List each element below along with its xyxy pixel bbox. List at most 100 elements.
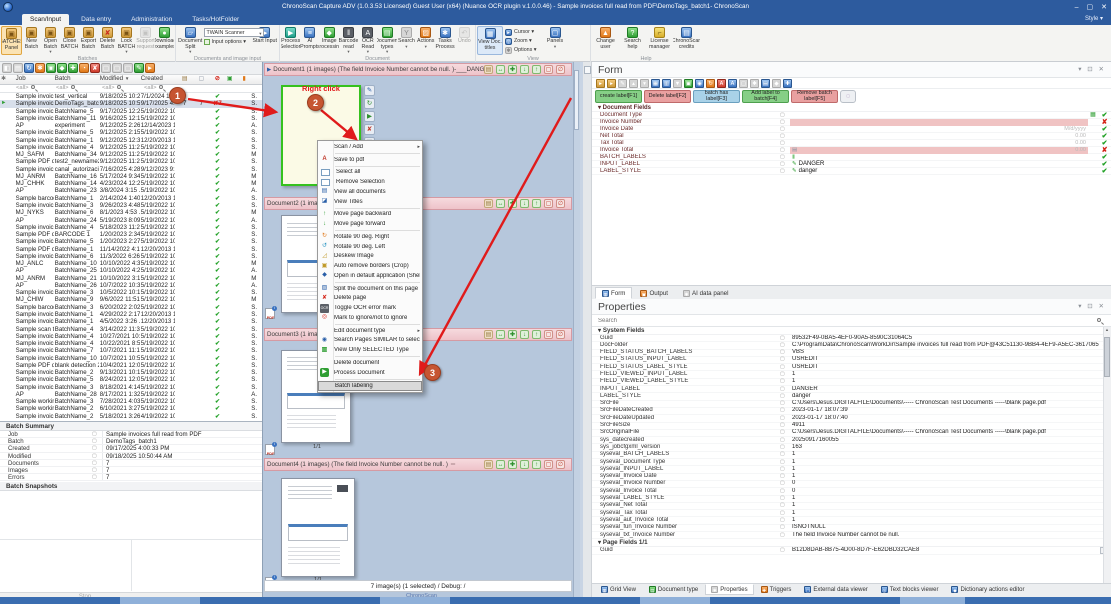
menu-item[interactable]: ▧ Split the document on this page xyxy=(318,284,422,294)
document-action-icon[interactable]: ✚ xyxy=(508,330,517,339)
panels-button[interactable]: ▢ Panels ▾ xyxy=(543,26,567,55)
table-row[interactable]: Sample invoic... canal_autorización 7/16… xyxy=(0,166,262,173)
table-row[interactable]: MJ_CHHK BatchName_14 4/23/2024 12:2... 5… xyxy=(0,180,262,187)
ribbon-button[interactable]: ✱ Tasks Process xyxy=(435,26,454,55)
ribbon-button[interactable]: ▣ Export Batch xyxy=(79,26,98,55)
batch-summary-header[interactable]: Batch Summary xyxy=(0,422,262,431)
document-action-icon[interactable]: ✚ xyxy=(508,199,517,208)
table-row[interactable]: Sample PDF d... blank detection 2 10/4/2… xyxy=(0,362,262,369)
ribbon-tab[interactable]: Tasks/HotFolder xyxy=(184,14,247,25)
table-row[interactable]: Sample invoic... BatchName_1 9/12/2025 1… xyxy=(0,137,262,144)
ribbon-button[interactable]: A OCR Read ▾ xyxy=(358,26,377,55)
bottom-tab[interactable]: ▢ External data viewer xyxy=(798,584,873,595)
scanner-select[interactable]: TWAIN Scanner▾ xyxy=(204,28,264,37)
filter-job[interactable]: <all> xyxy=(15,85,55,92)
toolbar-icon[interactable]: ▤ xyxy=(13,63,23,73)
ribbon-button[interactable]: ▣ BATCHES Panel xyxy=(1,26,22,55)
table-row[interactable]: AP BatchName_26 10/7/2022 10:3... 5/19/2… xyxy=(0,282,262,289)
view-option-button[interactable]: ▸ Cursor ▾ xyxy=(505,28,541,36)
table-row[interactable]: Sample PDF d... test2_newname2 9/12/2025… xyxy=(0,158,262,165)
form-toolbar-icon[interactable]: A xyxy=(728,79,737,88)
form-toolbar-icon[interactable]: ▥ xyxy=(662,79,671,88)
ribbon-button[interactable]: ▤ Document types ▾ xyxy=(377,26,396,55)
table-row[interactable]: MJ_CHIW BatchName_9 9/6/2022 11:51... 5/… xyxy=(0,296,262,303)
document-action-icon[interactable]: ∅ xyxy=(556,199,565,208)
table-row[interactable]: AP BatchName_25 10/10/2022 4:2... 5/19/2… xyxy=(0,267,262,274)
thumbnail-tool-icon[interactable]: ✘ xyxy=(364,124,375,135)
ribbon-button[interactable]: Y Search ▾ xyxy=(397,26,416,55)
minimize-button[interactable]: – xyxy=(1075,4,1079,11)
table-row[interactable]: ► Sample invoic... DemoTags_batch1 9/18/… xyxy=(0,100,262,107)
table-row[interactable]: Sample barcod... BatchName_1 2/14/2024 1… xyxy=(0,195,262,202)
menu-item[interactable]: ▥ View Only SELECTED Type xyxy=(318,345,422,355)
document-action-icon[interactable]: ▢ xyxy=(544,330,553,339)
document-action-icon[interactable]: ↑ xyxy=(532,330,541,339)
ribbon-button[interactable]: ▲ Change user xyxy=(592,26,619,55)
form-toolbar-icon[interactable]: ▦ xyxy=(651,79,660,88)
menu-item[interactable]: ↻ Rotate 90 deg. Right xyxy=(318,232,422,242)
toolbar-icon[interactable]: ✱ xyxy=(35,63,45,73)
ribbon-button[interactable]: ▣ Support request xyxy=(136,26,155,55)
label-action-button[interactable]: ◌ xyxy=(840,90,856,103)
document4-thumbnail[interactable] xyxy=(281,478,355,577)
document-action-icon[interactable]: ↑ xyxy=(532,199,541,208)
document-action-icon[interactable]: ▢ xyxy=(544,65,553,74)
document-action-icon[interactable]: ▤ xyxy=(484,65,493,74)
table-row[interactable]: MJ_ANRM BatchName_21 10/10/2022 3:1... 5… xyxy=(0,275,262,282)
ribbon-button[interactable]: ▣ Open Batch ▾ xyxy=(41,26,60,55)
table-row[interactable]: Sample invoic... BatchName_6 11/3/2022 6… xyxy=(0,253,262,260)
thumbnails-scrollbar[interactable] xyxy=(573,62,580,597)
table-row[interactable]: Sample invoic... BatchName_5 1/20/2023 2… xyxy=(0,238,262,245)
table-row[interactable]: Sample invoic... BatchName_5 8/24/2021 1… xyxy=(0,376,262,383)
ribbon-tab[interactable]: Data entry xyxy=(73,14,119,25)
document1-header[interactable]: ▶ Document1 (1 images) (The field Invoic… xyxy=(264,63,572,76)
thumbnail-tool-icon[interactable]: ▶ xyxy=(364,111,375,122)
menu-item[interactable]: Scan / Add ▸ xyxy=(318,142,422,152)
table-row[interactable]: Sample scan t... BatchName_4 3/14/2022 1… xyxy=(0,326,262,333)
field-value-input[interactable]: ✎ DANGER xyxy=(790,161,1088,168)
table-row[interactable]: Sample invoic... BatchName_5 9/17/2025 1… xyxy=(0,108,262,115)
ribbon-button[interactable]: ◆ Image processing xyxy=(320,26,339,55)
document-action-icon[interactable]: ✚ xyxy=(508,460,517,469)
table-row[interactable]: Sample invoic... BatchName_1 4/29/2022 2… xyxy=(0,311,262,318)
label-action-button[interactable]: create label[F1] xyxy=(595,90,642,103)
style-dropdown[interactable]: Style ▾ xyxy=(1085,15,1103,22)
document4-header[interactable]: Document4 (1 images) (The field Invoice … xyxy=(264,458,572,471)
toolbar-icon[interactable]: ✘ xyxy=(90,63,100,73)
form-toolbar-icon[interactable]: ▣ xyxy=(684,79,693,88)
table-row[interactable]: Sample invoic... BatchName_3 8/18/2021 4… xyxy=(0,384,262,391)
menu-item[interactable]: OCR Toggle OCR error mark xyxy=(318,303,422,313)
toolbar-icon[interactable]: ► xyxy=(145,63,155,73)
bottom-tab[interactable]: ▦ Grid View xyxy=(595,584,642,595)
ribbon-tab[interactable]: Scan/Input xyxy=(22,14,69,25)
menu-item[interactable]: ◉ Search Pages SIMILAR to selected one xyxy=(318,336,422,346)
menu-item[interactable]: ◪ View Titles xyxy=(318,197,422,207)
ribbon-button[interactable]: ▤ ChronoScan credits xyxy=(673,26,700,55)
toolbar-icon[interactable]: ↻ xyxy=(24,63,34,73)
ribbon-button[interactable]: ✘ Delete Batch xyxy=(98,26,117,55)
table-row[interactable]: AP BatchName_23 3/8/2024 3:15 ... 5/19/2… xyxy=(0,187,262,194)
ribbon-button[interactable]: ● Download examples xyxy=(155,26,174,55)
table-row[interactable]: Sample invoic... BatchName_1 4/5/2022 3:… xyxy=(0,318,262,325)
form-toolbar-icon[interactable]: A xyxy=(717,79,726,88)
table-row[interactable]: Sample invoic... BatchName_10 10/7/2021 … xyxy=(0,355,262,362)
document-action-icon[interactable]: ▤ xyxy=(484,199,493,208)
document-action-icon[interactable]: ▢ xyxy=(544,199,553,208)
document-action-icon[interactable]: ↑ xyxy=(532,460,541,469)
document-action-icon[interactable]: ∅ xyxy=(556,330,565,339)
menu-item[interactable]: ▣ Auto remove borders (Crop) xyxy=(318,261,422,271)
form-toolbar-icon[interactable]: ▼ xyxy=(673,79,682,88)
table-row[interactable]: Sample invoic... BatchName_3 10/5/2022 1… xyxy=(0,289,262,296)
field-value-input[interactable]: M/d/yyyy xyxy=(790,126,1088,133)
form-toolbar-icon[interactable]: ▤ xyxy=(761,79,770,88)
menu-item[interactable]: Delete document xyxy=(318,358,422,368)
search-input[interactable] xyxy=(596,316,1076,326)
bottom-tab[interactable]: ✱ Properties xyxy=(705,584,753,595)
toolbar-icon[interactable]: ◔ xyxy=(79,63,89,73)
scroll-up-icon[interactable]: ▲ xyxy=(1104,327,1110,335)
field-value-input[interactable]: ▮ xyxy=(790,154,1088,161)
menu-item[interactable]: ◆ Open in default application (Shell) xyxy=(318,271,422,281)
toolbar-icon[interactable]: ▢ xyxy=(112,63,122,73)
table-row[interactable]: Sample invoic... BatchName_7 10/7/2021 1… xyxy=(0,347,262,354)
table-row[interactable]: Sample invoic... BatchName_4 5/18/2023 1… xyxy=(0,224,262,231)
